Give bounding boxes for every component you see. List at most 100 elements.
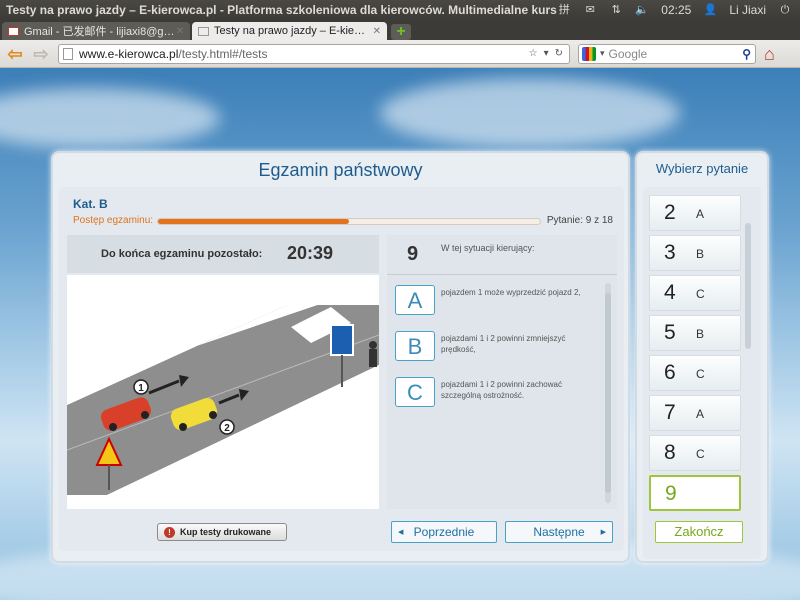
question-list-scrollbar[interactable]: [745, 203, 751, 513]
category-label: Kat. B: [73, 197, 108, 211]
alert-icon: !: [164, 526, 175, 538]
question-item-9-current[interactable]: 9: [649, 475, 741, 511]
answer-text: pojazdem 1 może wyprzedzić pojazd 2,: [441, 288, 581, 297]
question-list: 2 A 3 B 4 C 5 B 6 C 7 A 8 C 9 Zakończ: [643, 187, 761, 559]
close-icon[interactable]: ✕: [176, 26, 184, 37]
cloud-decoration: [380, 78, 680, 148]
timer-label: Do końca egzaminu pozostało:: [101, 248, 263, 260]
question-counter: Pytanie: 9 z 18: [546, 215, 613, 226]
answer-a[interactable]: A pojazdem 1 może wyprzedzić pojazd 2,: [395, 285, 595, 325]
question-item-answer: A: [696, 407, 705, 421]
navigation-bar: ⇦ ⇨ www.e-kierowca.pl/testy.html#/tests …: [0, 40, 800, 68]
progress-fill: [158, 219, 349, 224]
question-item-number: 9: [665, 482, 677, 505]
buy-printed-tests-button[interactable]: ! Kup testy drukowane: [157, 523, 287, 541]
dropdown-icon[interactable]: ▾: [544, 48, 549, 59]
search-placeholder: Google: [608, 46, 648, 61]
buy-printed-tests-label: Kup testy drukowane: [180, 527, 272, 537]
question-item-number: 7: [664, 401, 676, 424]
tab-label: Testy na prawo jazdy – E-kie…: [214, 25, 366, 37]
system-tray: 拼 ✉ ⇅ 🔈 02:25 👤 Li Jiaxi ⏻: [557, 3, 800, 17]
tab-strip: Gmail - 已发邮件 - lijiaxi8@g… ✕ Testy na pr…: [0, 20, 800, 40]
question-item-answer: B: [696, 327, 705, 341]
reload-icon[interactable]: ↻: [555, 48, 563, 59]
answer-c[interactable]: C pojazdami 1 i 2 powinni zachować szcze…: [395, 377, 595, 417]
tab-label: Gmail - 已发邮件 - lijiaxi8@g…: [24, 26, 175, 38]
forward-button[interactable]: ⇨: [30, 44, 52, 64]
answer-letter[interactable]: A: [395, 285, 435, 315]
question-item-answer: C: [696, 287, 705, 301]
answer-text: pojazdami 1 i 2 powinni zmniejszyć prędk…: [441, 334, 566, 354]
close-icon[interactable]: ✕: [373, 26, 381, 37]
question-picker-panel: Wybierz pytanie 2 A 3 B 4 C 5 B 6 C 7 A …: [635, 151, 769, 563]
new-tab-button[interactable]: +: [391, 24, 411, 40]
question-item-6[interactable]: 6 C: [649, 355, 741, 391]
chevron-right-icon: ▶: [600, 529, 606, 536]
answer-letter[interactable]: B: [395, 331, 435, 361]
question-picker-title: Wybierz pytanie: [655, 161, 749, 176]
next-label: Następne: [533, 525, 585, 539]
google-icon: [582, 46, 596, 61]
question-item-7[interactable]: 7 A: [649, 395, 741, 431]
chevron-left-icon: ◀: [398, 529, 404, 536]
star-icon[interactable]: ☆: [529, 48, 538, 59]
question-text: W tej sytuacji kierujący:: [441, 243, 535, 253]
question-number: 9: [407, 243, 419, 265]
previous-label: Poprzednie: [413, 525, 475, 539]
mail-icon[interactable]: ✉: [583, 4, 597, 16]
timer-bar: Do końca egzaminu pozostało: 20:39: [67, 235, 379, 273]
road-scene: 1 2: [66, 295, 380, 509]
clock[interactable]: 02:25: [661, 3, 691, 17]
question-item-number: 2: [664, 201, 676, 224]
page-icon: [198, 26, 209, 36]
tab-gmail[interactable]: Gmail - 已发邮件 - lijiaxi8@g… ✕: [2, 22, 190, 40]
question-item-answer: A: [696, 207, 705, 221]
back-button[interactable]: ⇦: [4, 44, 26, 64]
question-item-4[interactable]: 4 C: [649, 275, 741, 311]
power-icon[interactable]: ⏻: [778, 4, 792, 16]
question-item-answer: B: [696, 247, 705, 261]
answers-scrollbar[interactable]: [605, 283, 611, 503]
search-input[interactable]: ▾ Google ⚲: [578, 43, 756, 64]
scrollbar-thumb[interactable]: [605, 293, 611, 493]
user-name[interactable]: Li Jiaxi: [729, 3, 766, 17]
address-bar[interactable]: www.e-kierowca.pl/testy.html#/tests ☆ ▾ …: [58, 43, 570, 64]
progress-section: Postęp egzaminu: Pytanie: 9 z 18: [73, 215, 613, 229]
question-item-number: 4: [664, 281, 676, 304]
crossing-sign: [330, 324, 354, 356]
question-illustration: 1 2: [66, 275, 380, 509]
url-host: www.e-kierowca.pl: [79, 46, 179, 61]
exam-content: Kat. B Postęp egzaminu: Pytanie: 9 z 18 …: [59, 187, 624, 551]
page-background: Egzamin państwowy Kat. B Postęp egzaminu…: [0, 68, 800, 600]
url-path: /testy.html#/tests: [178, 46, 268, 61]
finish-button[interactable]: Zakończ: [655, 521, 743, 543]
window-title: Testy na prawo jazdy – E-kierowca.pl - P…: [6, 3, 558, 17]
progress-label: Postęp egzaminu:: [73, 215, 154, 226]
tab-e-kierowca[interactable]: Testy na prawo jazdy – E-kie… ✕: [192, 22, 387, 40]
question-item-5[interactable]: 5 B: [649, 315, 741, 351]
scrollbar-thumb[interactable]: [745, 223, 751, 349]
user-icon[interactable]: 👤: [703, 4, 717, 16]
question-item-number: 6: [664, 361, 676, 384]
answers-list: A pojazdem 1 może wyprzedzić pojazd 2, B…: [387, 275, 617, 509]
dropdown-icon[interactable]: ▾: [600, 48, 605, 59]
progress-bar: [157, 218, 541, 225]
question-item-8[interactable]: 8 C: [649, 435, 741, 471]
answer-b[interactable]: B pojazdami 1 i 2 powinni zmniejszyć prę…: [395, 331, 595, 371]
question-header: 9 W tej sytuacji kierujący:: [387, 235, 617, 275]
home-icon[interactable]: ⌂: [764, 44, 784, 64]
previous-button[interactable]: ◀ Poprzednie: [391, 521, 497, 543]
question-item-3[interactable]: 3 B: [649, 235, 741, 271]
question-item-number: 3: [664, 241, 676, 264]
next-button[interactable]: Następne ▶: [505, 521, 613, 543]
input-method-icon[interactable]: 拼: [557, 4, 571, 16]
vehicle-2-label: 2: [224, 423, 230, 434]
search-icon[interactable]: ⚲: [742, 47, 751, 61]
gmail-icon: [8, 26, 19, 36]
question-item-2[interactable]: 2 A: [649, 195, 741, 231]
volume-icon[interactable]: 🔈: [635, 4, 649, 16]
network-icon[interactable]: ⇅: [609, 4, 623, 16]
vehicle-1-label: 1: [138, 383, 144, 394]
timer-value: 20:39: [287, 243, 334, 263]
answer-letter[interactable]: C: [395, 377, 435, 407]
